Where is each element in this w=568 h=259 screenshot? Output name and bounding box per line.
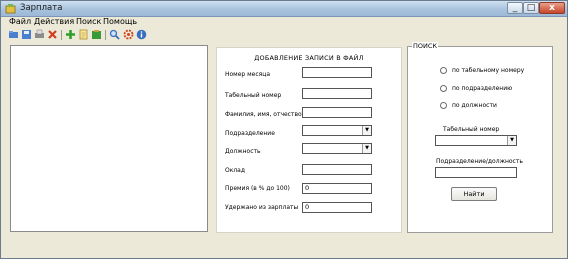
title-bar[interactable]: Зарплата _ □ x [1,1,567,17]
tab-number-label: Табельный номер [225,92,282,99]
month-label: Номер месяца [225,71,271,78]
position-label: Должность [225,148,261,155]
chevron-down-icon[interactable]: ▼ [362,144,371,153]
department-label: Подразделение [225,130,275,137]
print-icon[interactable] [34,29,45,40]
save-icon[interactable] [21,29,32,40]
menu-search[interactable]: Поиск [76,16,101,28]
radio-by-position[interactable] [440,102,447,109]
app-icon [5,4,16,14]
search-dept-position-label: Подразделение/должность [436,158,523,165]
add-icon[interactable] [65,29,76,40]
records-listbox[interactable] [10,45,208,232]
app-window: Зарплата _ □ x Файл Действия Поиск Помощ… [0,0,568,259]
cut-icon[interactable] [47,29,58,40]
find-button[interactable]: Найти [451,187,497,201]
toolbar [1,28,567,43]
close-button[interactable]: x [539,2,565,14]
menu-file[interactable]: Файл [9,16,31,28]
radio-by-tab-number-label[interactable]: по табельному номеру [452,67,524,74]
find-icon[interactable] [109,29,120,40]
add-record-title: ДОБАВЛЕНИЕ ЗАПИСИ В ФАЙЛ [254,54,364,62]
chevron-down-icon[interactable]: ▼ [507,136,516,145]
radio-by-department-label[interactable]: по подразделению [452,85,512,92]
search-legend: ПОИСК [412,42,439,50]
open-icon[interactable] [8,29,19,40]
maximize-button[interactable]: □ [523,2,539,14]
copy-icon[interactable] [78,29,89,40]
tab-number-input[interactable] [302,88,372,99]
deduction-input[interactable]: 0 [302,202,372,213]
department-combobox[interactable]: ▼ [302,125,372,136]
window-title: Зарплата [20,3,63,13]
radio-by-department[interactable] [440,85,447,92]
position-combobox[interactable]: ▼ [302,143,372,154]
menu-actions[interactable]: Действия [34,16,74,28]
chevron-down-icon[interactable]: ▼ [362,126,371,135]
toolbar-separator [61,30,62,40]
month-input[interactable] [302,67,372,78]
bonus-label: Премия (в % до 100) [225,185,290,192]
salary-label: Оклад [225,167,246,174]
paste-icon[interactable] [91,29,102,40]
search-tab-number-label: Табельный номер [443,126,500,133]
menu-help[interactable]: Помощь [103,16,137,28]
toolbar-separator [105,30,106,40]
deduction-label: Удержано из зарплаты [225,204,299,211]
full-name-input[interactable] [302,107,372,118]
menu-bar: Файл Действия Поиск Помощь [1,16,567,28]
radio-by-tab-number[interactable] [440,67,447,74]
search-dept-position-input[interactable] [435,167,517,178]
info-icon[interactable] [136,29,147,40]
search-tab-number-combobox[interactable]: ▼ [435,135,517,146]
full-name-label: Фамилия, имя, отчество [225,111,302,118]
radio-by-position-label[interactable]: по должности [452,102,497,109]
salary-input[interactable] [302,164,372,175]
settings-icon[interactable] [123,29,134,40]
minimize-button[interactable]: _ [507,2,523,14]
bonus-input[interactable]: 0 [302,183,372,194]
